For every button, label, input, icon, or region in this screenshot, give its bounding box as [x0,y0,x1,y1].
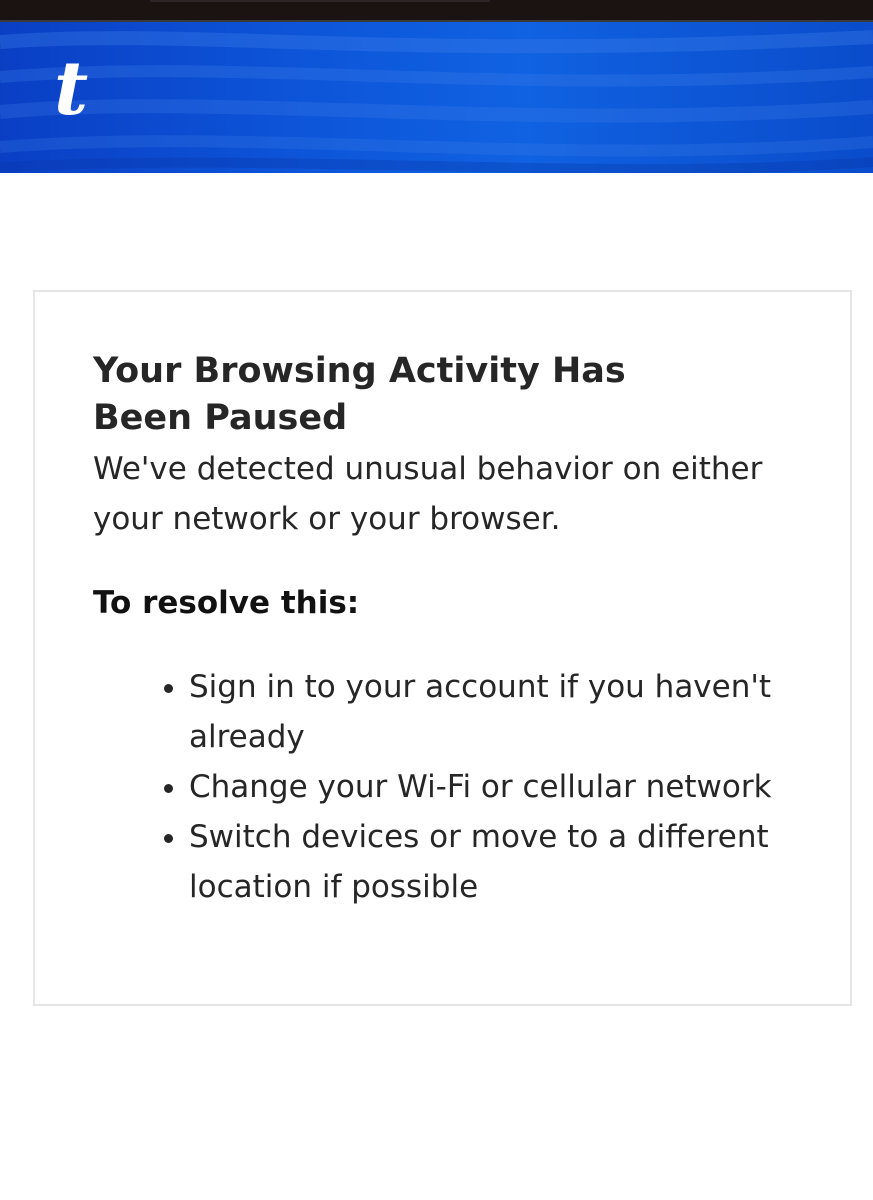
ticketmaster-logo[interactable]: t [54,52,88,126]
resolution-steps-list: Sign in to your account if you haven't a… [161,662,829,912]
paused-notice-card: Your Browsing Activity Has Been Paused W… [33,290,852,1006]
status-bar [0,0,873,22]
list-item: Switch devices or move to a different lo… [189,812,829,912]
list-item: Sign in to your account if you haven't a… [189,662,829,762]
list-item: Change your Wi-Fi or cellular network [189,762,829,812]
page-title: Your Browsing Activity Has Been Paused [93,351,626,438]
header-wave-pattern [0,30,873,173]
site-header: t [0,22,873,173]
resolve-heading: To resolve this: [93,585,360,621]
notice-description: We've detected unusual behavior on eithe… [93,451,763,537]
status-bar-notch [150,0,490,2]
